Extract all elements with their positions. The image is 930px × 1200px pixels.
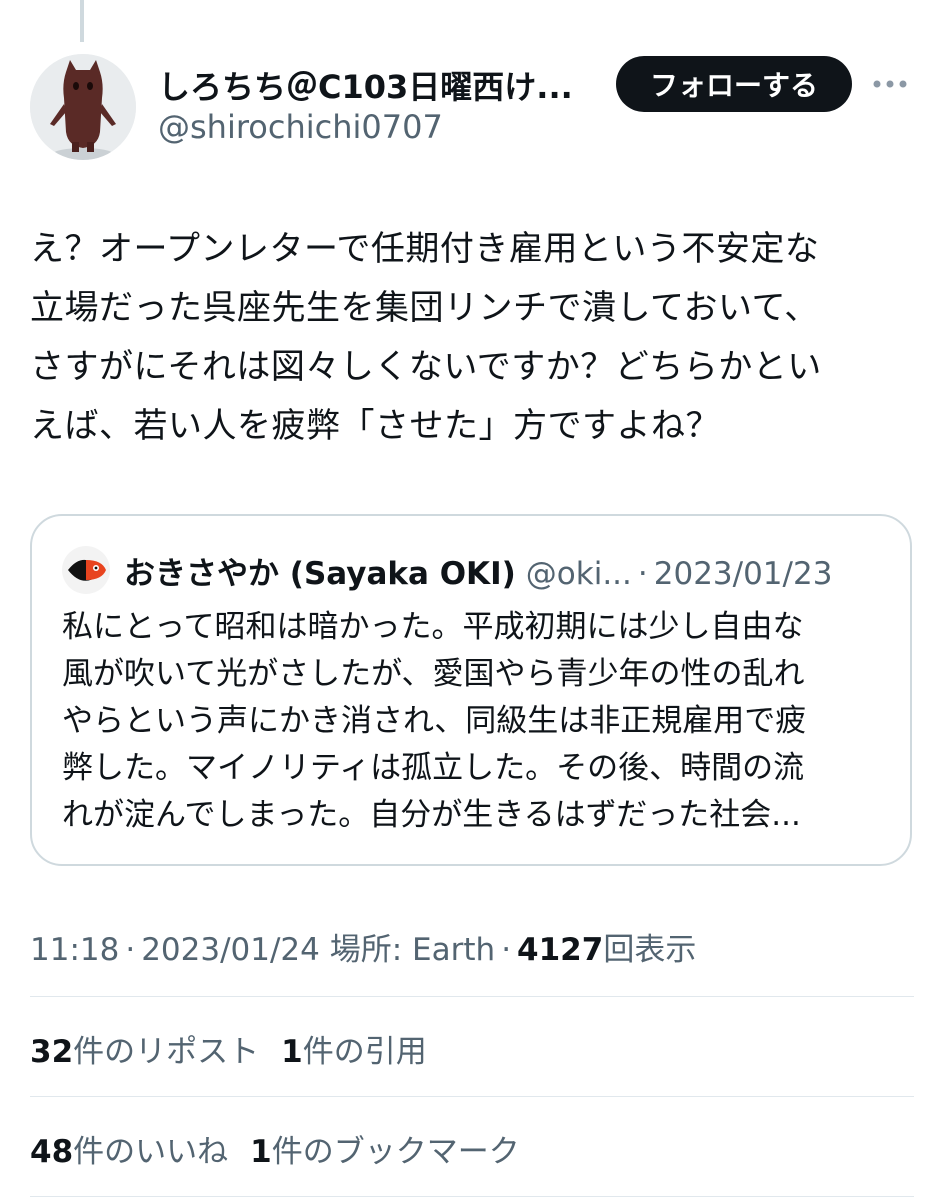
quoted-handle: @oki...: [525, 556, 632, 592]
author-handle[interactable]: @shirochichi0707: [158, 108, 443, 146]
quotes-label: 件の引用: [302, 1034, 427, 1070]
tweet-time[interactable]: 11:18: [30, 932, 119, 968]
likes-count: 48: [30, 1134, 74, 1170]
tweet-date[interactable]: 2023/01/24: [141, 932, 320, 968]
quotes-stat[interactable]: 1件の引用: [281, 1034, 427, 1070]
tweet-text: え？オープンレターで任期付き雇用という不安定な 立場だった呉座先生を集団リンチで…: [30, 229, 822, 446]
likes-label: 件のいいね: [73, 1134, 229, 1170]
fish-avatar-icon: [62, 546, 110, 594]
views-label: 回表示: [603, 932, 697, 968]
quotes-count: 1: [281, 1034, 303, 1070]
quoted-tweet-card[interactable]: おきさやか (Sayaka OKI) @oki... · 2023/01/23 私にと…: [30, 514, 912, 866]
views-count: 4127: [517, 932, 604, 968]
stats-row-likes: 48件のいいね 1件のブックマーク: [30, 1126, 520, 1171]
meta-separator-2: ·: [501, 932, 512, 968]
divider: [30, 1096, 914, 1097]
quoted-date: 2023/01/23: [653, 556, 833, 592]
quoted-display-name: おきさやか (Sayaka OKI): [124, 556, 516, 592]
likes-stat[interactable]: 48件のいいね: [30, 1134, 228, 1170]
author-avatar[interactable]: [30, 54, 136, 160]
bookmarks-count: 1: [250, 1134, 272, 1170]
quoted-author-avatar: [62, 546, 110, 594]
author-display-name[interactable]: しろちち＠C103日曜西け...: [158, 62, 598, 108]
more-icon[interactable]: [870, 66, 910, 102]
thread-line: [80, 0, 84, 42]
reposts-count: 32: [30, 1034, 74, 1070]
stats-row-reposts: 32件のリポスト 1件の引用: [30, 1026, 427, 1071]
bookmarks-label: 件のブックマーク: [271, 1134, 520, 1170]
tweet-location: 場所: Earth: [329, 932, 496, 968]
divider: [30, 1196, 914, 1197]
reposts-label: 件のリポスト: [73, 1034, 260, 1070]
quoted-header: おきさやか (Sayaka OKI) @oki... · 2023/01/23: [124, 548, 832, 593]
avatar-figure-icon: [30, 54, 136, 160]
divider: [30, 996, 914, 997]
quoted-text: 私にとって昭和は暗かった。平成初期には少し自由な 風が吹いて光がさしたが、愛国や…: [62, 609, 807, 833]
follow-button[interactable]: フォローする: [616, 56, 852, 112]
tweet-meta: 11:18 · 2023/01/24 場所: Earth · 4127回表示: [30, 924, 696, 969]
meta-separator: ·: [125, 932, 136, 968]
quoted-separator: ·: [637, 556, 648, 592]
reposts-stat[interactable]: 32件のリポスト: [30, 1034, 259, 1070]
bookmarks-stat[interactable]: 1件のブックマーク: [250, 1134, 520, 1170]
